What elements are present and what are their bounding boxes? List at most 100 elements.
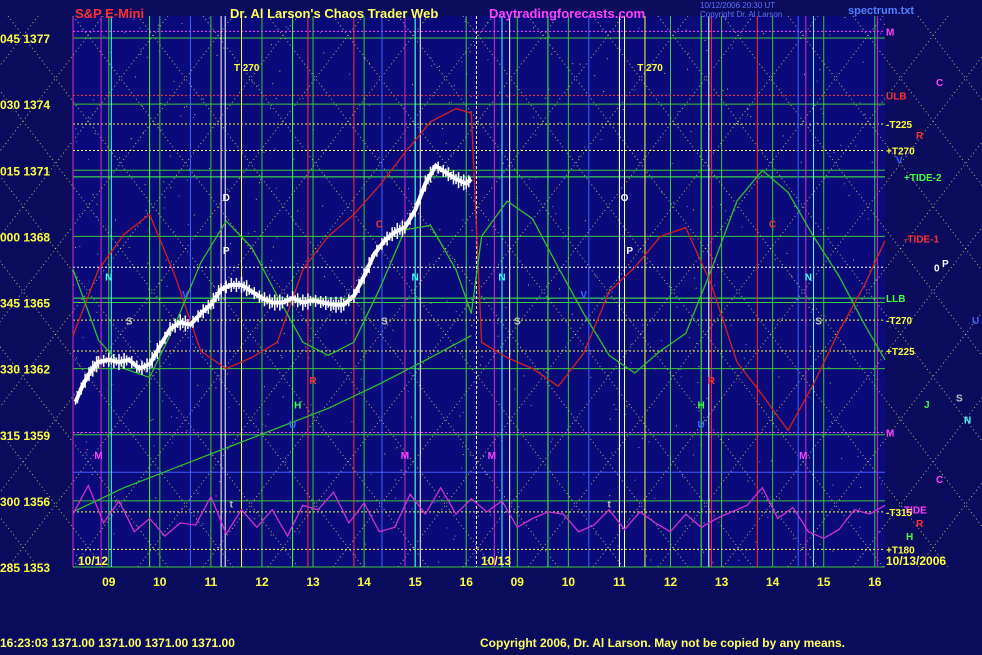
level-label: -T270 (886, 316, 913, 327)
symbol-title: S&P E-Mini (75, 6, 145, 21)
speckle (638, 249, 640, 251)
speckle (609, 418, 611, 420)
speckle (829, 34, 831, 36)
speckle (559, 122, 561, 124)
speckle (140, 48, 142, 50)
speckle (860, 486, 862, 488)
speckle (87, 158, 89, 160)
speckle (654, 497, 656, 499)
speckle (852, 259, 854, 261)
speckle (134, 76, 136, 78)
speckle (279, 70, 281, 72)
x-tick-label: 11 (205, 575, 218, 589)
site-link[interactable]: Daytradingforecasts.com (489, 6, 645, 21)
x-tick-label: 12 (255, 575, 269, 589)
speckle (505, 306, 507, 308)
speckle (429, 223, 431, 225)
speckle (275, 98, 277, 100)
event-label: H (698, 400, 705, 411)
speckle (800, 161, 802, 163)
speckle (176, 417, 178, 419)
speckle (595, 275, 597, 277)
speckle (446, 300, 448, 302)
speckle (535, 519, 537, 521)
speckle (378, 157, 380, 159)
y-tick-label: 315 1359 (0, 429, 50, 443)
speckle (660, 340, 662, 342)
y-tick-label: 000 1368 (0, 230, 50, 244)
speckle (712, 562, 714, 564)
date-mid: 10/13 (481, 554, 511, 568)
speckle (85, 441, 87, 443)
speckle (714, 284, 716, 286)
speckle (362, 238, 364, 240)
event-label: V (580, 290, 587, 301)
level-label: 0 (934, 263, 940, 274)
speckle (774, 259, 776, 261)
speckle (86, 454, 88, 456)
speckle (310, 404, 312, 406)
speckle (364, 543, 366, 545)
speckle (163, 181, 165, 183)
speckle (827, 227, 829, 229)
speckle (171, 260, 173, 262)
speckle (676, 306, 678, 308)
speckle (173, 231, 175, 233)
speckle (171, 442, 173, 444)
speckle (474, 44, 476, 46)
speckle (446, 527, 448, 529)
speckle (270, 534, 272, 536)
speckle (688, 337, 690, 339)
speckle (283, 332, 285, 334)
speckle (345, 322, 347, 324)
level-label: J (924, 400, 930, 411)
speckle (96, 203, 98, 205)
speckle (697, 382, 699, 384)
speckle (671, 162, 673, 164)
speckle (119, 157, 121, 159)
level-label: M (886, 429, 894, 440)
speckle (180, 115, 182, 117)
speckle (480, 364, 482, 366)
speckle (853, 351, 855, 353)
event-label: P (626, 246, 633, 257)
speckle (638, 446, 640, 448)
speckle (270, 44, 272, 46)
x-tick-label: 13 (306, 575, 320, 589)
speckle (483, 455, 485, 457)
speckle (878, 531, 880, 533)
speckle (615, 408, 617, 410)
speckle (819, 543, 821, 545)
speckle (750, 115, 752, 117)
speckle (322, 205, 324, 207)
level-label: H (906, 532, 913, 543)
speckle (595, 533, 597, 535)
speckle (157, 24, 159, 26)
speckle (461, 61, 463, 63)
event-label: C (769, 220, 776, 231)
speckle (455, 311, 457, 313)
speckle (462, 454, 464, 456)
speckle (682, 447, 684, 449)
speckle (187, 224, 189, 226)
speckle (571, 313, 573, 315)
speckle (704, 39, 706, 41)
speckle (194, 114, 196, 116)
spectrum-label[interactable]: spectrum.txt (848, 5, 914, 17)
speckle (161, 129, 163, 131)
speckle (258, 182, 260, 184)
speckle (808, 457, 810, 459)
event-label: S (126, 317, 133, 328)
speckle (165, 259, 167, 261)
speckle (735, 122, 737, 124)
speckle (254, 230, 256, 232)
speckle (94, 133, 96, 135)
quote-readout: 16:23:03 1371.00 1371.00 1371.00 1371.00 (0, 636, 235, 650)
speckle (431, 65, 433, 67)
event-label: V (182, 290, 189, 301)
x-tick-label: 15 (817, 575, 831, 589)
speckle (686, 68, 688, 70)
speckle (275, 187, 277, 189)
speckle (811, 308, 813, 310)
speckle (730, 324, 732, 326)
